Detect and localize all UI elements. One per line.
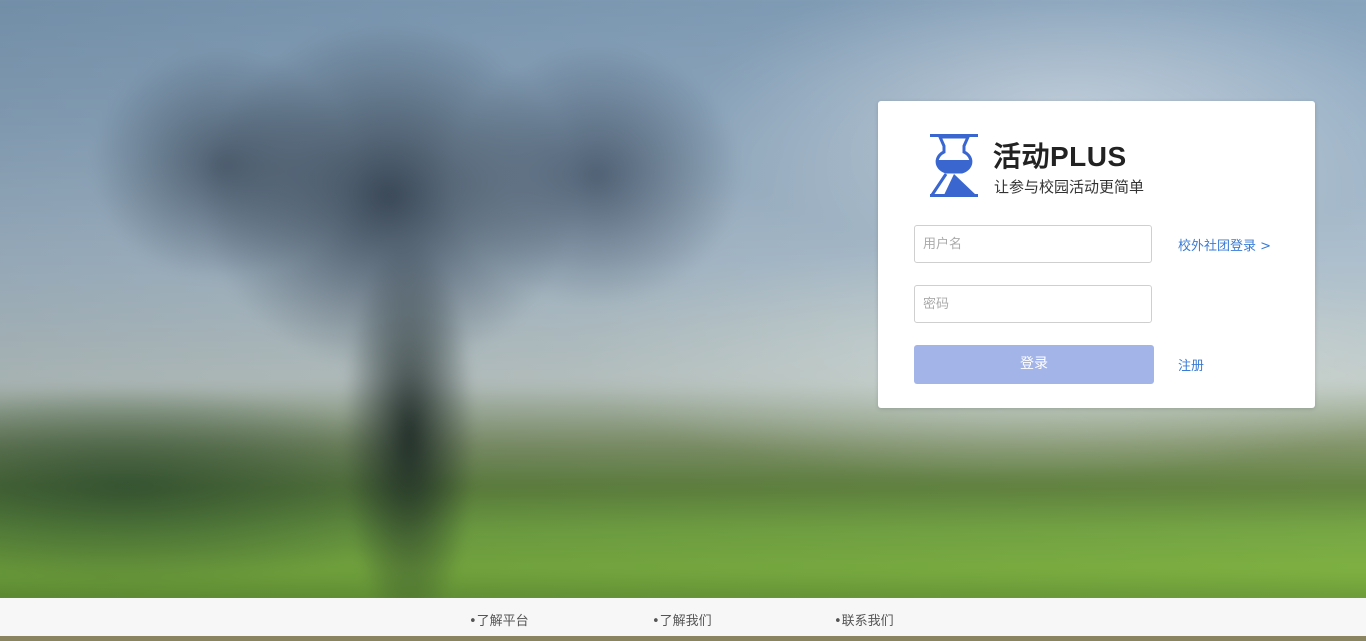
footer-bottom-strip [0, 636, 1366, 641]
footer-link-about-us[interactable]: •了解我们 [652, 610, 712, 629]
username-input[interactable] [915, 226, 1151, 262]
brand-title: 活动PLUS [993, 141, 1127, 172]
password-input[interactable] [915, 286, 1151, 322]
logo-icon [930, 134, 978, 197]
footer-link-contact-us[interactable]: •联系我们 [834, 610, 894, 629]
footer-link-about-platform[interactable]: •了解平台 [469, 610, 529, 629]
external-club-login-link[interactable]: 校外社团登录 > [1178, 235, 1271, 254]
footer: •了解平台 •了解我们 •联系我们 [0, 598, 1366, 641]
login-button[interactable]: 登录 [914, 345, 1154, 384]
username-field [914, 225, 1152, 263]
brand-subtitle: 让参与校园活动更简单 [994, 178, 1145, 196]
password-field [914, 285, 1152, 323]
register-link[interactable]: 注册 [1178, 355, 1204, 374]
login-card: 活动PLUS 让参与校园活动更简单 登录 校外社团登录 > 注册 [878, 101, 1315, 408]
